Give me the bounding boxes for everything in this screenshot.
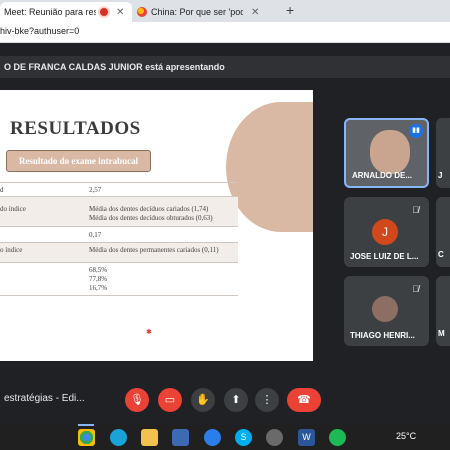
spotify-icon[interactable] <box>329 429 346 446</box>
row-label: do índice <box>0 205 26 213</box>
weather-temperature[interactable]: 25°C <box>396 431 416 441</box>
participant-initial: C <box>438 250 444 259</box>
row-value: 77,8% <box>89 275 108 283</box>
chrome-icon[interactable] <box>78 429 95 446</box>
mic-off-icon: 🎙̸ <box>412 284 419 294</box>
slide-title: RESULTADOS <box>10 118 141 139</box>
avatar: J <box>372 219 398 245</box>
participant-tile-thiago[interactable]: 🎙̸ THIAGO HENRI... <box>344 276 429 346</box>
store-icon[interactable] <box>172 429 189 446</box>
mic-off-button[interactable]: 🎙 <box>125 388 149 412</box>
row-label: o índice <box>0 246 23 254</box>
speaking-indicator-icon: ▮▮ <box>409 124 423 138</box>
table-row: d 2,57 <box>0 182 238 197</box>
file-explorer-icon[interactable] <box>141 429 158 446</box>
word-icon[interactable]: W <box>298 429 315 446</box>
participant-tile-partial[interactable]: M <box>436 276 450 346</box>
new-tab-icon[interactable]: + <box>286 2 294 18</box>
raise-hand-button[interactable]: ✋ <box>191 388 215 412</box>
row-value: Média dos dentes decíduos cariados (1,74… <box>89 205 209 213</box>
skype-icon[interactable]: S <box>235 429 252 446</box>
leave-call-button[interactable]: ☎ <box>287 388 321 412</box>
url-text: hiv-bke?authuser=0 <box>0 26 80 36</box>
row-value: Média dos dentes permanentes cariados (0… <box>89 246 219 254</box>
participant-name: THIAGO HENRI... <box>350 331 415 340</box>
tab-meet[interactable]: Meet: Reunião para resultad ✕ <box>0 2 132 22</box>
windows-taskbar <box>0 425 450 450</box>
row-value: 0,17 <box>89 231 102 239</box>
participant-video <box>370 130 410 174</box>
tab-china[interactable]: China: Por que ser 'podre de ric ✕ <box>133 2 273 22</box>
tab-label: China: Por que ser 'podre de ric <box>151 7 243 17</box>
participant-name: JOSE LUIZ DE L... <box>350 252 419 261</box>
address-bar[interactable]: hiv-bke?authuser=0 <box>0 22 450 43</box>
close-tab-icon[interactable]: ✕ <box>251 7 259 18</box>
row-value: Média dos dentes decíduos obturados (0,6… <box>89 214 213 222</box>
participant-tile-jose[interactable]: 🎙̸ J JOSE LUIZ DE L... <box>344 197 429 267</box>
participant-tile-partial[interactable]: J <box>436 118 450 188</box>
table-row: 0,17 <box>0 226 238 243</box>
table-row: 68,5% 77,8% 16,7% <box>0 262 238 296</box>
meeting-name: estratégias - Edi... <box>4 393 85 404</box>
shared-slide: RESULTADOS Resultado do exame intrabucal… <box>0 90 313 361</box>
settings-app-icon[interactable] <box>204 429 221 446</box>
participant-tile-arnaldo[interactable]: ▮▮ ARNALDO DE... <box>344 118 429 188</box>
participant-name: ARNALDO DE... <box>352 171 412 180</box>
site-favicon-icon <box>137 7 147 17</box>
participant-tile-partial[interactable]: C <box>436 197 450 267</box>
table-row: do índice Média dos dentes decíduos cari… <box>0 196 238 227</box>
mic-off-icon: 🎙̸ <box>412 205 419 215</box>
tab-label: Meet: Reunião para resultad <box>4 7 96 17</box>
row-value: 68,5% <box>89 266 108 274</box>
media-app-icon[interactable] <box>266 429 283 446</box>
presenting-banner: O DE FRANCA CALDAS JUNIOR está apresenta… <box>0 56 450 78</box>
pointer-cursor-icon: ✱ <box>146 329 152 336</box>
close-tab-icon[interactable]: ✕ <box>116 7 124 18</box>
edge-icon[interactable] <box>110 429 127 446</box>
row-label: d <box>0 186 4 194</box>
recording-icon <box>100 8 108 16</box>
decorative-blob <box>226 102 313 232</box>
active-app-indicator <box>78 424 94 426</box>
browser-tab-strip: Meet: Reunião para resultad ✕ China: Por… <box>0 0 450 22</box>
avatar <box>372 296 398 322</box>
slide-subtitle: Resultado do exame intrabucal <box>6 150 151 172</box>
table-row: o índice Média dos dentes permanentes ca… <box>0 242 238 263</box>
camera-off-button[interactable]: ▭ <box>158 388 182 412</box>
present-button[interactable]: ⬆ <box>224 388 248 412</box>
row-value: 2,57 <box>89 186 102 194</box>
participant-initial: M <box>438 329 445 338</box>
more-options-button[interactable]: ⋮ <box>255 388 279 412</box>
participant-initial: J <box>438 171 443 180</box>
row-value: 16,7% <box>89 284 108 292</box>
